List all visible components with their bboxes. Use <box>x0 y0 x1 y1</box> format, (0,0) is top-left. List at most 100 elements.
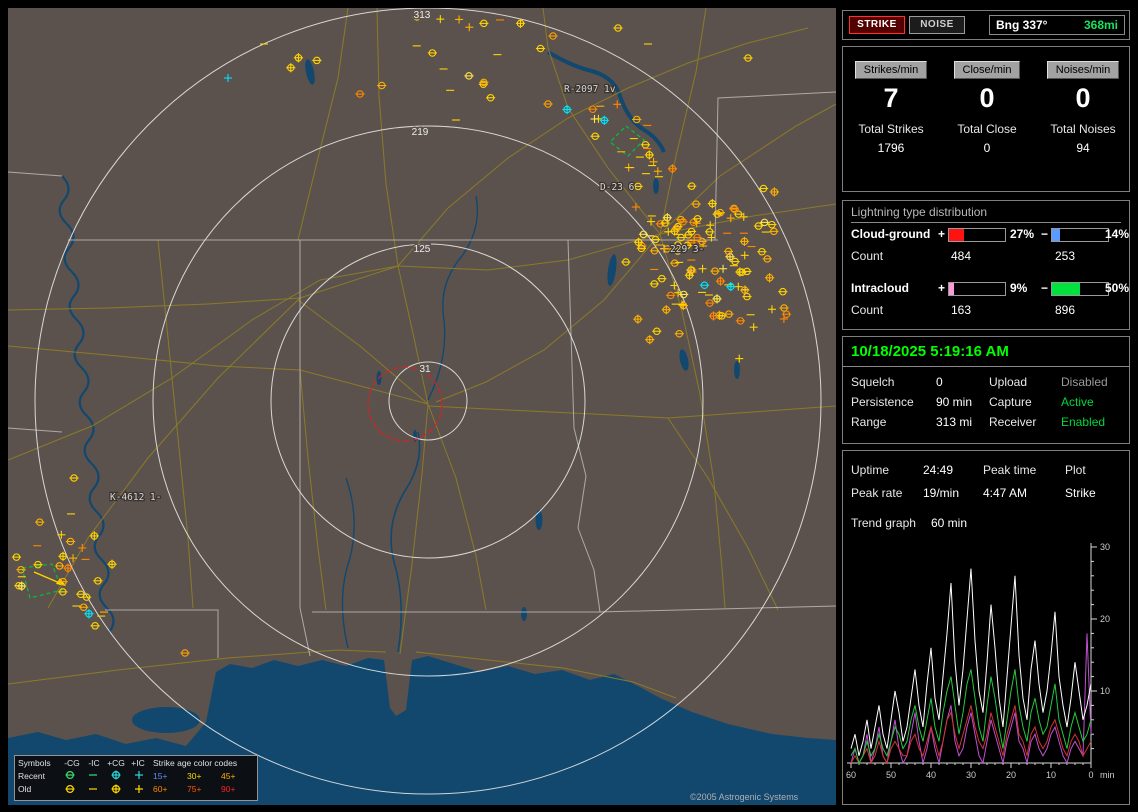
receiver-label: Receiver <box>989 415 1037 429</box>
cg-minus-pct: 14% <box>1105 227 1130 241</box>
peak-time-label: Peak time <box>983 463 1037 477</box>
trend-graph-range: 60 min <box>931 516 968 530</box>
bearing-label: Bng 337° <box>996 18 1048 32</box>
ic-count-label: Count <box>851 303 884 317</box>
svg-text:10: 10 <box>1100 686 1110 696</box>
legend-age-75: 75+ <box>187 784 202 794</box>
total-noises-value: 94 <box>1076 141 1090 155</box>
bearing-display: Bng 337° 368mi <box>989 15 1125 35</box>
svg-text:229 3-: 229 3- <box>670 244 704 255</box>
svg-text:K-4612 1-: K-4612 1- <box>110 492 161 503</box>
range-value: 313 mi <box>936 415 973 429</box>
legend-age-90: 90+ <box>221 784 236 794</box>
legend-symbols-label: Symbols <box>18 758 51 768</box>
squelch-value: 0 <box>936 375 943 389</box>
ic-minus-pct: 50% <box>1105 281 1130 295</box>
distribution-panel: Lightning type distribution Cloud-ground… <box>842 200 1130 330</box>
legend-age-15: 15+ <box>153 771 168 781</box>
plus-sign: + <box>938 227 946 241</box>
capture-status: Active <box>1061 395 1094 409</box>
legend-col-neg-ic: -IC <box>88 758 100 768</box>
noises-per-min-value: 0 <box>1075 83 1091 113</box>
strike-toggle-button[interactable]: STRIKE <box>849 16 905 34</box>
plus-sign: + <box>938 281 946 295</box>
map-panel: 313 219 125 31 R-2097 1v D-23 6 229 3- K-4612 1… <box>8 8 836 805</box>
svg-text:min: min <box>1100 770 1115 780</box>
svg-text:313: 313 <box>414 10 431 21</box>
rates-panel: Strikes/min 7 Total Strikes 1796 Close/m… <box>842 46 1130 192</box>
cg-plus-count: 484 <box>951 249 972 263</box>
legend-col-pos-ic: +IC <box>131 758 145 768</box>
receiver-status: Enabled <box>1061 415 1106 429</box>
upload-label: Upload <box>989 375 1028 389</box>
capture-label: Capture <box>989 395 1032 409</box>
cloud-ground-label: Cloud-ground <box>851 227 931 241</box>
legend-age-45: 45+ <box>221 771 236 781</box>
close-per-min-button[interactable]: Close/min <box>953 61 1021 79</box>
status-panel: 10/18/2025 5:19:16 AM Squelch 0 Upload D… <box>842 336 1130 444</box>
svg-text:R-2097 1v: R-2097 1v <box>564 84 616 95</box>
total-noises-label: Total Noises <box>1050 122 1116 136</box>
svg-text:D-23 6: D-23 6 <box>600 182 635 193</box>
svg-text:20: 20 <box>1100 614 1110 624</box>
legend-age-title: Strike age color codes <box>153 758 238 768</box>
plot-label: Plot <box>1065 463 1086 477</box>
svg-text:30: 30 <box>966 770 976 780</box>
bearing-range-value: 368mi <box>1083 18 1118 32</box>
svg-text:31: 31 <box>419 364 431 375</box>
map-legend: Symbols -CG -IC +CG +IC Strike age color… <box>14 755 258 801</box>
plot-value: Strike <box>1065 486 1096 500</box>
strikes-per-min-value: 7 <box>883 83 899 113</box>
svg-text:219: 219 <box>412 127 429 138</box>
range-label: Range <box>851 415 887 429</box>
uptime-label: Uptime <box>851 463 890 477</box>
svg-text:20: 20 <box>1006 770 1016 780</box>
svg-text:50: 50 <box>886 770 896 780</box>
cg-minus-count: 253 <box>1055 249 1076 263</box>
peak-rate-value: 19/min <box>923 486 960 500</box>
legend-col-pos-cg: +CG <box>107 758 125 768</box>
total-close-value: 0 <box>983 141 991 155</box>
close-per-min-value: 0 <box>979 83 995 113</box>
distribution-title: Lightning type distribution <box>851 205 1121 223</box>
uptime-value: 24:49 <box>923 463 954 477</box>
cg-count-label: Count <box>851 249 884 263</box>
svg-text:10: 10 <box>1046 770 1056 780</box>
peak-rate-label: Peak rate <box>851 486 903 500</box>
persistence-value: 90 min <box>936 395 973 409</box>
legend-old-label: Old <box>18 784 32 794</box>
upload-status: Disabled <box>1061 375 1108 389</box>
minus-sign: − <box>1041 227 1049 241</box>
minus-sign: − <box>1041 281 1049 295</box>
map-canvas[interactable]: 313 219 125 31 R-2097 1v D-23 6 229 3- K-4612 1… <box>8 8 836 805</box>
svg-text:60: 60 <box>846 770 856 780</box>
svg-text:40: 40 <box>926 770 936 780</box>
divider <box>843 366 1129 367</box>
ic-minus-count: 896 <box>1055 303 1076 317</box>
strikes-per-min-button[interactable]: Strikes/min <box>854 61 928 79</box>
ic-plus-pct: 9% <box>1010 281 1028 295</box>
peak-time-value: 4:47 AM <box>983 486 1028 500</box>
legend-recent-label: Recent <box>18 771 45 781</box>
squelch-label: Squelch <box>851 375 895 389</box>
legend-age-60: 60+ <box>153 784 168 794</box>
svg-text:30: 30 <box>1100 542 1110 552</box>
trend-graph: 10 20 30 60 50 40 30 20 10 0 min <box>846 542 1115 780</box>
noise-toggle-button[interactable]: NOISE <box>909 16 965 34</box>
ic-minus-bar <box>1051 282 1109 296</box>
datetime-display: 10/18/2025 5:19:16 AM <box>851 343 1009 360</box>
noises-per-min-button[interactable]: Noises/min <box>1046 61 1120 79</box>
trend-graph-label: Trend graph <box>851 516 916 530</box>
total-strikes-label: Total Strikes <box>858 122 924 136</box>
legend-recent-symbols <box>59 769 151 782</box>
total-strikes-value: 1796 <box>877 141 905 155</box>
session-panel: Uptime 24:49 Peak time Plot Peak rate 19… <box>842 450 1130 805</box>
ic-plus-count: 163 <box>951 303 972 317</box>
intracloud-label: Intracloud <box>851 281 910 295</box>
svg-text:0: 0 <box>1088 770 1093 780</box>
legend-col-neg-cg: -CG <box>64 758 80 768</box>
cg-minus-bar <box>1051 228 1109 242</box>
cg-plus-pct: 27% <box>1010 227 1035 241</box>
copyright-text: ©2005 Astrogenic Systems <box>690 792 799 802</box>
svg-text:125: 125 <box>414 244 431 255</box>
